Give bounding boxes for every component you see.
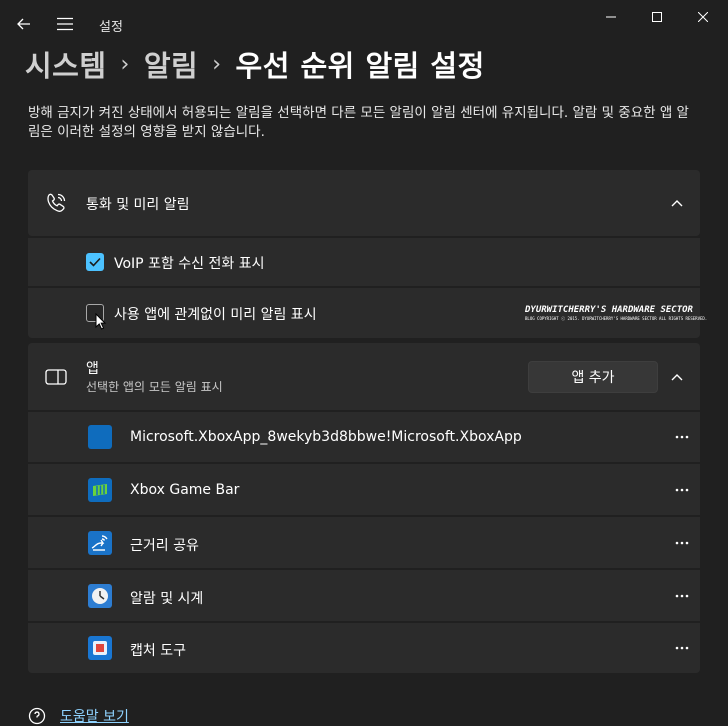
page-title: 우선 순위 알림 설정	[235, 49, 485, 83]
app-name: 근거리 공유	[130, 538, 199, 554]
more-options-button[interactable]	[670, 586, 694, 606]
maximize-button[interactable]	[634, 0, 680, 34]
app-name: Xbox Game Bar	[130, 482, 240, 498]
voip-calls-label: VoIP 포함 수신 전화 표시	[114, 256, 265, 272]
more-options-button[interactable]	[670, 533, 694, 553]
close-icon	[698, 12, 708, 22]
alarm-clock-icon	[88, 584, 112, 608]
chevron-up-icon[interactable]	[667, 367, 687, 387]
help-link[interactable]: 도움말 보기	[28, 706, 129, 726]
maximize-icon	[652, 12, 662, 22]
apps-section-subtitle: 선택한 앱의 모든 알림 표시	[86, 380, 223, 394]
voip-calls-checkbox[interactable]	[86, 253, 104, 271]
more-icon	[675, 541, 689, 545]
back-arrow-icon	[17, 18, 30, 30]
title-bar: 설정	[0, 0, 728, 48]
more-options-button[interactable]	[670, 638, 694, 658]
mouse-pointer-icon	[95, 313, 107, 330]
more-options-button[interactable]	[670, 480, 694, 500]
app-name: 알람 및 시계	[130, 591, 204, 607]
apps-section-title: 앱	[86, 361, 99, 377]
close-button[interactable]	[680, 0, 726, 34]
watermark-title: DYURWITCHERRY'S HARDWARE SECTOR	[525, 305, 693, 315]
page-description: 방해 금지가 켜진 상태에서 허용되는 알림을 선택하면 다른 모든 알림이 알…	[28, 105, 689, 140]
calls-reminders-header[interactable]: 통화 및 미리 알림	[28, 170, 700, 236]
show-reminders-label: 사용 앱에 관계없이 미리 알림 표시	[114, 307, 317, 323]
snipping-tool-icon	[88, 636, 112, 660]
app-window-icon	[44, 367, 68, 387]
voip-calls-option[interactable]: VoIP 포함 수신 전화 표시	[28, 238, 700, 286]
breadcrumb-system[interactable]: 시스템	[25, 43, 107, 85]
help-link-label: 도움말 보기	[60, 709, 129, 725]
more-icon	[675, 435, 689, 439]
app-name: Microsoft.XboxApp_8wekyb3d8bbwe!Microsof…	[130, 429, 522, 445]
watermark-subtitle: BLOG COPYRIGHT ⓒ 2015. DYURWITCHERRY'S H…	[525, 316, 708, 321]
minimize-icon	[606, 16, 616, 18]
app-row[interactable]	[28, 517, 700, 568]
more-icon	[675, 488, 689, 492]
more-icon	[675, 646, 689, 650]
nearby-share-icon	[88, 531, 112, 555]
checkmark-icon	[89, 257, 101, 267]
navigation-menu-button[interactable]	[52, 12, 78, 36]
hamburger-icon	[57, 17, 73, 31]
phone-call-icon	[44, 191, 68, 215]
chevron-up-icon[interactable]	[667, 193, 687, 213]
window-title: 설정	[99, 20, 123, 35]
minimize-button[interactable]	[588, 0, 634, 34]
app-row[interactable]	[28, 623, 700, 673]
watermark: DYURWITCHERRY'S HARDWARE SECTOR BLOG COP…	[525, 305, 708, 322]
breadcrumb-separator: ›	[120, 51, 130, 77]
xbox-app-icon	[88, 425, 112, 449]
add-app-button[interactable]: 앱 추가	[528, 361, 658, 393]
breadcrumb-notifications[interactable]: 알림	[144, 43, 198, 85]
help-icon	[28, 707, 46, 725]
back-button[interactable]	[12, 12, 36, 36]
xbox-game-bar-icon	[88, 478, 112, 502]
app-name: 캡처 도구	[130, 643, 186, 659]
app-row[interactable]	[28, 570, 700, 621]
more-icon	[675, 594, 689, 598]
calls-reminders-title: 통화 및 미리 알림	[86, 197, 190, 213]
more-options-button[interactable]	[670, 427, 694, 447]
app-row[interactable]	[28, 464, 700, 515]
breadcrumb-separator: ›	[212, 51, 222, 77]
breadcrumb: 시스템 › 알림 › 우선 순위 알림 설정	[25, 43, 485, 85]
